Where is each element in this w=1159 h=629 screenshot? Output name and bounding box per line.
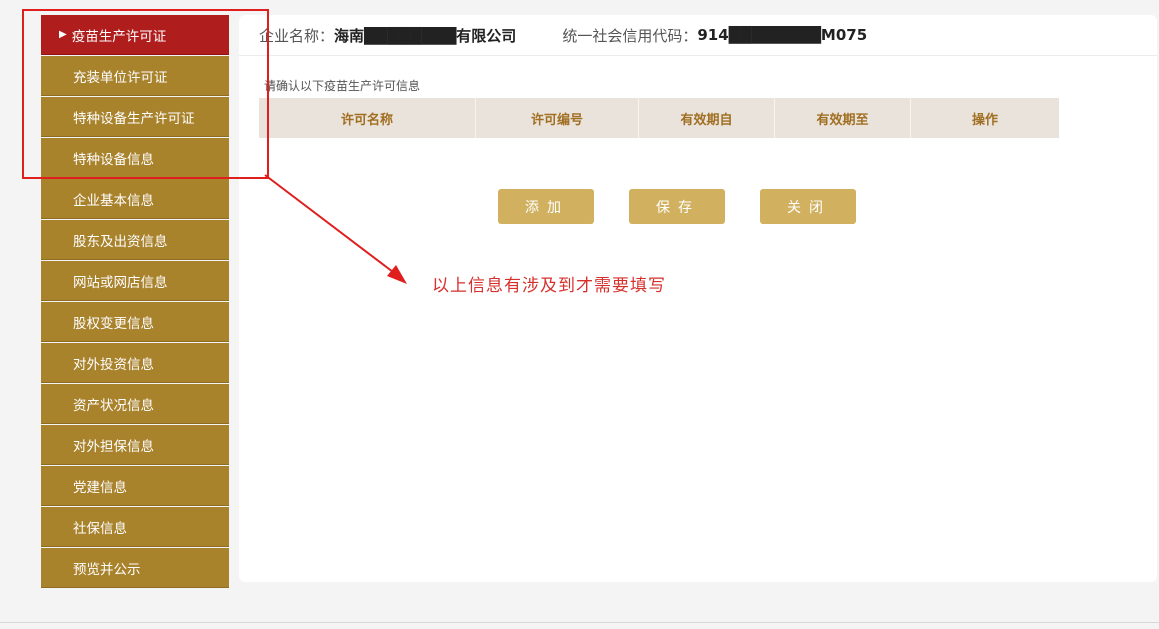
sidebar-item-label: 对外担保信息: [73, 438, 154, 455]
sidebar-item-special-equipment-license[interactable]: 特种设备生产许可证: [41, 97, 229, 137]
main-panel: 企业名称： 海南████████有限公司 统一社会信用代码： 914██████…: [239, 15, 1157, 582]
confirm-notice: 请确认以下疫苗生产许可信息: [264, 79, 421, 93]
table-header-row: 许可名称 许可编号 有效期自 有效期至 操作: [259, 98, 1059, 138]
sidebar-item-assets[interactable]: 资产状况信息: [41, 384, 229, 424]
column-header-valid-to: 有效期至: [774, 98, 911, 138]
sidebar-item-special-equipment-info[interactable]: 特种设备信息: [41, 138, 229, 178]
sidebar-item-label: 充装单位许可证: [73, 69, 168, 86]
sidebar-item-label: 疫苗生产许可证: [71, 28, 167, 45]
sidebar-item-basic-info[interactable]: 企业基本信息: [41, 179, 229, 219]
column-header-license-number: 许可编号: [475, 98, 639, 138]
column-header-actions: 操作: [971, 112, 998, 128]
license-table: 许可名称 许可编号 有效期自 有效期至 操作: [259, 98, 1059, 138]
credit-code-value: 914████████M075: [697, 26, 868, 44]
add-button[interactable]: 添加: [498, 189, 594, 224]
sidebar-item-equity-change[interactable]: 股权变更信息: [41, 302, 229, 342]
sidebar-item-label: 资产状况信息: [73, 397, 154, 414]
sidebar-item-label: 企业基本信息: [73, 192, 154, 209]
sidebar-item-preview-publish[interactable]: 预览并公示: [41, 548, 229, 588]
sidebar-item-label: 股权变更信息: [73, 315, 154, 332]
sidebar-item-label: 对外投资信息: [73, 356, 154, 373]
sidebar-item-websites[interactable]: 网站或网店信息: [41, 261, 229, 301]
company-header: 企业名称： 海南████████有限公司 统一社会信用代码： 914██████…: [239, 15, 1157, 56]
sidebar-item-label: 网站或网店信息: [73, 274, 168, 291]
company-name-value: 海南████████有限公司: [334, 26, 517, 45]
sidebar-item-label: 党建信息: [73, 479, 127, 496]
sidebar-item-label: 特种设备生产许可证: [73, 110, 195, 127]
credit-code-label: 统一社会信用代码：: [562, 26, 698, 45]
sidebar-item-label: 预览并公示: [73, 561, 141, 578]
sidebar-item-shareholders[interactable]: 股东及出资信息: [41, 220, 229, 260]
sidebar-item-label: 股东及出资信息: [73, 233, 168, 250]
sidebar-item-filling-license[interactable]: 充装单位许可证: [41, 56, 229, 96]
column-header-valid-from: 有效期自: [638, 98, 775, 138]
sidebar-nav: ▶ 疫苗生产许可证 充装单位许可证 特种设备生产许可证 特种设备信息 企业基本信…: [41, 15, 229, 589]
sidebar-item-social-security[interactable]: 社保信息: [41, 507, 229, 547]
sidebar-item-label: 社保信息: [73, 520, 127, 537]
triangle-right-icon: ▶: [59, 29, 67, 40]
company-name-label: 企业名称：: [259, 26, 335, 45]
sidebar-item-party-building[interactable]: 党建信息: [41, 466, 229, 506]
sidebar-item-label: 特种设备信息: [73, 151, 154, 168]
sidebar-item-investment[interactable]: 对外投资信息: [41, 343, 229, 383]
close-button[interactable]: 关闭: [760, 189, 856, 224]
save-button[interactable]: 保存: [629, 189, 725, 224]
column-header-license-name: 许可名称: [259, 98, 476, 138]
sidebar-item-guarantees[interactable]: 对外担保信息: [41, 425, 229, 465]
sidebar-item-vaccine-license[interactable]: ▶ 疫苗生产许可证: [41, 15, 229, 55]
footer-divider: [0, 622, 1159, 623]
annotation-text: 以上信息有涉及到才需要填写: [432, 276, 666, 296]
